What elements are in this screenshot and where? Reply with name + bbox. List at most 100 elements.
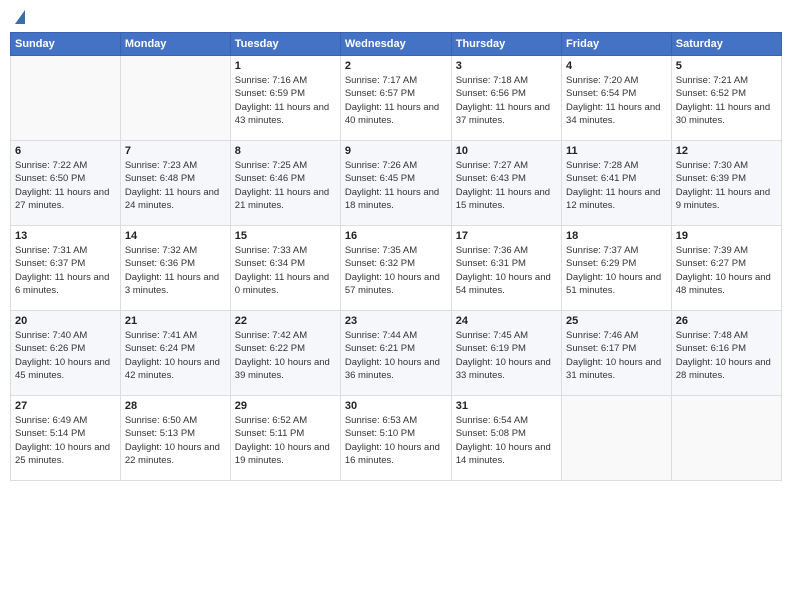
day-number: 30 <box>345 400 447 412</box>
calendar-cell: 18 Sunrise: 7:37 AMSunset: 6:29 PMDayligh… <box>562 226 672 311</box>
day-detail: Sunrise: 7:48 AMSunset: 6:16 PMDaylight:… <box>676 329 777 382</box>
calendar-cell: 26 Sunrise: 7:48 AMSunset: 6:16 PMDayligh… <box>671 311 781 396</box>
calendar-header-thursday: Thursday <box>451 33 561 56</box>
calendar-cell: 2 Sunrise: 7:17 AMSunset: 6:57 PMDaylight… <box>340 56 451 141</box>
day-number: 16 <box>345 230 447 242</box>
day-number: 22 <box>235 315 336 327</box>
day-number: 11 <box>566 145 667 157</box>
day-detail: Sunrise: 7:27 AMSunset: 6:43 PMDaylight:… <box>456 159 557 212</box>
calendar-header-friday: Friday <box>562 33 672 56</box>
day-detail: Sunrise: 7:26 AMSunset: 6:45 PMDaylight:… <box>345 159 447 212</box>
day-detail: Sunrise: 7:23 AMSunset: 6:48 PMDaylight:… <box>125 159 226 212</box>
calendar-header-wednesday: Wednesday <box>340 33 451 56</box>
calendar-cell <box>11 56 121 141</box>
day-detail: Sunrise: 7:30 AMSunset: 6:39 PMDaylight:… <box>676 159 777 212</box>
day-number: 13 <box>15 230 116 242</box>
calendar-cell: 31Sunrise: 6:54 AMSunset: 5:08 PMDayligh… <box>451 396 561 481</box>
calendar-cell: 29 Sunrise: 6:52 AMSunset: 5:11 PMDayligh… <box>230 396 340 481</box>
day-number: 27 <box>15 400 116 412</box>
day-detail: Sunrise: 7:22 AMSunset: 6:50 PMDaylight:… <box>15 159 116 212</box>
day-number: 5 <box>676 60 777 72</box>
calendar-cell: 19 Sunrise: 7:39 AMSunset: 6:27 PMDayligh… <box>671 226 781 311</box>
day-detail: Sunrise: 7:35 AMSunset: 6:32 PMDaylight:… <box>345 244 447 297</box>
calendar-week-3: 13 Sunrise: 7:31 AMSunset: 6:37 PMDayligh… <box>11 226 782 311</box>
day-number: 28 <box>125 400 226 412</box>
calendar-cell: 17 Sunrise: 7:36 AMSunset: 6:31 PMDayligh… <box>451 226 561 311</box>
logo <box>14 10 25 24</box>
page-header <box>10 10 782 24</box>
calendar-cell <box>120 56 230 141</box>
calendar-header-saturday: Saturday <box>671 33 781 56</box>
calendar-cell: 8 Sunrise: 7:25 AMSunset: 6:46 PMDaylight… <box>230 141 340 226</box>
calendar-week-5: 27 Sunrise: 6:49 AMSunset: 5:14 PMDayligh… <box>11 396 782 481</box>
day-detail: Sunrise: 6:54 AMSunset: 5:08 PMDaylight:… <box>456 414 557 467</box>
calendar-header-row: SundayMondayTuesdayWednesdayThursdayFrid… <box>11 33 782 56</box>
calendar-cell: 16 Sunrise: 7:35 AMSunset: 6:32 PMDayligh… <box>340 226 451 311</box>
day-detail: Sunrise: 7:42 AMSunset: 6:22 PMDaylight:… <box>235 329 336 382</box>
calendar-cell <box>671 396 781 481</box>
day-number: 18 <box>566 230 667 242</box>
day-detail: Sunrise: 6:50 AMSunset: 5:13 PMDaylight:… <box>125 414 226 467</box>
calendar-cell: 5Sunrise: 7:21 AMSunset: 6:52 PMDaylight… <box>671 56 781 141</box>
calendar-cell: 7 Sunrise: 7:23 AMSunset: 6:48 PMDaylight… <box>120 141 230 226</box>
calendar-cell: 13 Sunrise: 7:31 AMSunset: 6:37 PMDayligh… <box>11 226 121 311</box>
day-detail: Sunrise: 7:45 AMSunset: 6:19 PMDaylight:… <box>456 329 557 382</box>
day-detail: Sunrise: 7:25 AMSunset: 6:46 PMDaylight:… <box>235 159 336 212</box>
calendar-week-2: 6 Sunrise: 7:22 AMSunset: 6:50 PMDaylight… <box>11 141 782 226</box>
calendar-header-tuesday: Tuesday <box>230 33 340 56</box>
calendar-header-monday: Monday <box>120 33 230 56</box>
calendar-cell: 3Sunrise: 7:18 AMSunset: 6:56 PMDaylight… <box>451 56 561 141</box>
day-number: 14 <box>125 230 226 242</box>
calendar-cell: 22 Sunrise: 7:42 AMSunset: 6:22 PMDayligh… <box>230 311 340 396</box>
logo-arrow-icon <box>15 10 25 24</box>
day-detail: Sunrise: 6:49 AMSunset: 5:14 PMDaylight:… <box>15 414 116 467</box>
day-number: 20 <box>15 315 116 327</box>
day-number: 29 <box>235 400 336 412</box>
calendar-header-sunday: Sunday <box>11 33 121 56</box>
day-detail: Sunrise: 7:18 AMSunset: 6:56 PMDaylight:… <box>456 74 557 127</box>
day-number: 4 <box>566 60 667 72</box>
day-detail: Sunrise: 6:53 AMSunset: 5:10 PMDaylight:… <box>345 414 447 467</box>
day-number: 1 <box>235 60 336 72</box>
day-number: 19 <box>676 230 777 242</box>
day-detail: Sunrise: 6:52 AMSunset: 5:11 PMDaylight:… <box>235 414 336 467</box>
day-number: 6 <box>15 145 116 157</box>
calendar-week-1: 1Sunrise: 7:16 AMSunset: 6:59 PMDaylight… <box>11 56 782 141</box>
day-number: 25 <box>566 315 667 327</box>
day-detail: Sunrise: 7:32 AMSunset: 6:36 PMDaylight:… <box>125 244 226 297</box>
calendar-cell: 21 Sunrise: 7:41 AMSunset: 6:24 PMDayligh… <box>120 311 230 396</box>
day-number: 2 <box>345 60 447 72</box>
calendar-cell: 20 Sunrise: 7:40 AMSunset: 6:26 PMDayligh… <box>11 311 121 396</box>
day-number: 12 <box>676 145 777 157</box>
calendar-cell: 6 Sunrise: 7:22 AMSunset: 6:50 PMDaylight… <box>11 141 121 226</box>
day-detail: Sunrise: 7:40 AMSunset: 6:26 PMDaylight:… <box>15 329 116 382</box>
calendar-cell: 9 Sunrise: 7:26 AMSunset: 6:45 PMDaylight… <box>340 141 451 226</box>
calendar-table: SundayMondayTuesdayWednesdayThursdayFrid… <box>10 32 782 481</box>
day-detail: Sunrise: 7:39 AMSunset: 6:27 PMDaylight:… <box>676 244 777 297</box>
day-detail: Sunrise: 7:31 AMSunset: 6:37 PMDaylight:… <box>15 244 116 297</box>
day-detail: Sunrise: 7:28 AMSunset: 6:41 PMDaylight:… <box>566 159 667 212</box>
day-number: 9 <box>345 145 447 157</box>
day-detail: Sunrise: 7:17 AMSunset: 6:57 PMDaylight:… <box>345 74 447 127</box>
day-detail: Sunrise: 7:41 AMSunset: 6:24 PMDaylight:… <box>125 329 226 382</box>
day-number: 17 <box>456 230 557 242</box>
calendar-cell: 15 Sunrise: 7:33 AMSunset: 6:34 PMDayligh… <box>230 226 340 311</box>
calendar-cell: 30 Sunrise: 6:53 AMSunset: 5:10 PMDayligh… <box>340 396 451 481</box>
day-number: 8 <box>235 145 336 157</box>
day-number: 21 <box>125 315 226 327</box>
day-detail: Sunrise: 7:20 AMSunset: 6:54 PMDaylight:… <box>566 74 667 127</box>
day-number: 23 <box>345 315 447 327</box>
calendar-cell: 10Sunrise: 7:27 AMSunset: 6:43 PMDayligh… <box>451 141 561 226</box>
day-number: 7 <box>125 145 226 157</box>
calendar-cell: 1Sunrise: 7:16 AMSunset: 6:59 PMDaylight… <box>230 56 340 141</box>
day-detail: Sunrise: 7:33 AMSunset: 6:34 PMDaylight:… <box>235 244 336 297</box>
calendar-cell: 4 Sunrise: 7:20 AMSunset: 6:54 PMDaylight… <box>562 56 672 141</box>
day-detail: Sunrise: 7:36 AMSunset: 6:31 PMDaylight:… <box>456 244 557 297</box>
calendar-cell <box>562 396 672 481</box>
day-number: 26 <box>676 315 777 327</box>
calendar-week-4: 20 Sunrise: 7:40 AMSunset: 6:26 PMDayligh… <box>11 311 782 396</box>
calendar-cell: 12 Sunrise: 7:30 AMSunset: 6:39 PMDayligh… <box>671 141 781 226</box>
day-detail: Sunrise: 7:37 AMSunset: 6:29 PMDaylight:… <box>566 244 667 297</box>
day-number: 15 <box>235 230 336 242</box>
day-detail: Sunrise: 7:46 AMSunset: 6:17 PMDaylight:… <box>566 329 667 382</box>
